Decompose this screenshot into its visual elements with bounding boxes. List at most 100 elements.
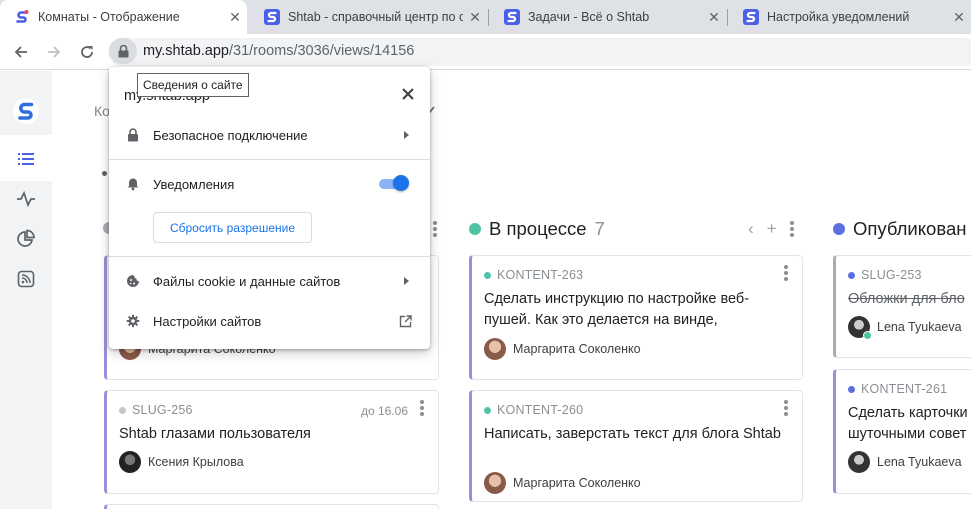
site-info-tooltip: Сведения о сайте xyxy=(137,73,249,97)
task-card[interactable]: KONTENT-260 Написать, заверстать текст д… xyxy=(469,390,803,502)
task-card[interactable]: SLUG-253 Обложки для бло Lena Tyukaeva xyxy=(833,255,971,358)
card-menu-icon[interactable] xyxy=(420,400,424,418)
activity-icon[interactable] xyxy=(16,189,36,209)
external-link-icon xyxy=(399,314,412,327)
secure-connection-row[interactable]: Безопасное подключение xyxy=(109,119,430,151)
assignee-name: Lena Tyukaeva xyxy=(877,320,962,334)
tag-label: KONTENT-263 xyxy=(497,268,584,282)
column-header-in-progress: В процессе 7 xyxy=(469,218,605,240)
cookies-row[interactable]: Файлы cookie и данные сайтов xyxy=(109,265,430,297)
close-tab-icon[interactable]: ✕ xyxy=(463,9,487,26)
avatar xyxy=(484,338,506,360)
gear-icon xyxy=(126,314,140,328)
card-tag: KONTENT-260 xyxy=(484,403,583,417)
column-menu-icon[interactable] xyxy=(433,221,437,237)
card-tag: SLUG-253 xyxy=(848,268,922,282)
plus-icon[interactable]: + xyxy=(767,219,777,239)
tab-title: Задачи - Всё о Shtab xyxy=(528,10,650,24)
chevron-left-icon[interactable]: ‹ xyxy=(748,219,754,239)
chevron-right-icon xyxy=(404,131,409,139)
column-menu-icon[interactable] xyxy=(789,221,794,237)
secure-connection-label: Безопасное подключение xyxy=(153,127,308,143)
bell-icon xyxy=(127,178,139,191)
divider xyxy=(109,159,430,160)
task-card[interactable]: KONTENT-263 Сделать инструкцию по настро… xyxy=(469,255,803,380)
assignee-name: Ксения Крылова xyxy=(148,455,244,469)
tab-strip: Комнаты - Отображение ✕ Shtab - справочн… xyxy=(0,0,971,34)
tab-notification-settings[interactable]: Настройка уведомлений ✕ xyxy=(729,0,971,34)
shtab-favicon xyxy=(743,9,759,25)
reset-permission-button[interactable]: Сбросить разрешение xyxy=(153,212,312,243)
task-card[interactable]: KONTENT-261 Сделать карточки шуточными с… xyxy=(833,369,971,494)
reload-button[interactable] xyxy=(75,40,99,64)
tag-label: SLUG-253 xyxy=(861,268,922,282)
assignee-name: Маргарита Соколенко xyxy=(513,476,641,490)
url-text[interactable]: my.shtab.app/31/rooms/3036/views/14156 xyxy=(143,43,414,59)
avatar xyxy=(119,451,141,473)
shtab-favicon xyxy=(264,9,280,25)
shtab-favicon xyxy=(504,9,520,25)
arrow-right-icon xyxy=(48,46,61,58)
divider xyxy=(109,256,430,257)
column-header-published: Опубликован xyxy=(833,218,966,240)
assignee-name: Lena Tyukaeva xyxy=(877,455,962,469)
tab-help-center[interactable]: Shtab - справочный центр по с ✕ xyxy=(250,0,487,34)
check-badge-icon xyxy=(863,331,872,340)
tab-title: Настройка уведомлений xyxy=(767,10,910,24)
tab-title: Комнаты - Отображение xyxy=(38,10,180,24)
close-tab-icon[interactable]: ✕ xyxy=(223,9,247,26)
card-title: Обложки для бло xyxy=(848,291,965,307)
due-date: до 16.06 xyxy=(360,404,408,418)
card-menu-icon[interactable] xyxy=(784,265,788,283)
task-card[interactable]: SLUG-256 до 16.06 Shtab глазами пользова… xyxy=(104,390,439,494)
assignee-name: Маргарита Соколенко xyxy=(513,342,641,356)
back-button[interactable] xyxy=(9,40,33,64)
card-title: Сделать карточки шуточными совет xyxy=(848,405,968,442)
tab-title: Shtab - справочный центр по с xyxy=(288,10,463,24)
card-assignee: Ксения Крылова xyxy=(119,451,244,473)
rss-icon[interactable] xyxy=(16,269,36,289)
tag-label: SLUG-256 xyxy=(132,403,193,417)
site-settings-row[interactable]: Настройки сайтов xyxy=(109,305,430,337)
cookies-label: Файлы cookie и данные сайтов xyxy=(153,273,341,289)
close-icon[interactable] xyxy=(400,86,416,102)
site-info-popup: my.shtab.app Безопасное подключение Увед… xyxy=(109,67,430,349)
card-assignee: Маргарита Соколенко xyxy=(484,338,641,360)
tab-rooms[interactable]: Комнаты - Отображение ✕ xyxy=(0,0,247,34)
close-tab-icon[interactable]: ✕ xyxy=(947,9,971,26)
card-assignee: Маргарита Соколенко xyxy=(484,472,641,494)
tab-separator xyxy=(488,9,489,26)
forward-button[interactable] xyxy=(42,40,66,64)
column-count: 7 xyxy=(594,218,605,239)
lock-icon xyxy=(118,44,128,57)
notifications-toggle[interactable] xyxy=(379,175,409,191)
task-card[interactable] xyxy=(104,504,439,509)
card-menu-icon[interactable] xyxy=(784,400,788,418)
column-title: В процессе xyxy=(489,218,587,239)
cookie-icon xyxy=(127,275,139,287)
avatar xyxy=(848,316,872,340)
pie-chart-icon[interactable] xyxy=(16,229,36,249)
site-info-button[interactable] xyxy=(109,38,137,64)
card-title: Написать, заверстать текст для блога Sht… xyxy=(484,426,781,442)
url-host: my.shtab.app xyxy=(143,43,229,59)
status-dot xyxy=(469,223,481,235)
tab-tasks[interactable]: Задачи - Всё о Shtab ✕ xyxy=(490,0,726,34)
tag-label: KONTENT-260 xyxy=(497,403,584,417)
site-settings-label: Настройки сайтов xyxy=(153,313,262,329)
chevron-right-icon xyxy=(404,277,409,285)
url-path: /31/rooms/3036/views/14156 xyxy=(228,43,415,59)
column-actions: ‹ + xyxy=(748,219,794,239)
shtab-logo[interactable] xyxy=(13,98,39,124)
card-tag: KONTENT-263 xyxy=(484,268,583,282)
reload-icon xyxy=(81,46,93,58)
status-dot xyxy=(833,223,845,235)
breadcrumb[interactable]: Ко xyxy=(94,103,110,119)
card-tag: KONTENT-261 xyxy=(848,382,947,396)
tab-separator xyxy=(727,9,728,26)
list-icon[interactable] xyxy=(16,149,36,169)
card-assignee: Lena Tyukaeva xyxy=(848,451,962,473)
lock-icon xyxy=(128,128,138,142)
close-tab-icon[interactable]: ✕ xyxy=(702,9,726,26)
arrow-left-icon xyxy=(14,46,27,58)
